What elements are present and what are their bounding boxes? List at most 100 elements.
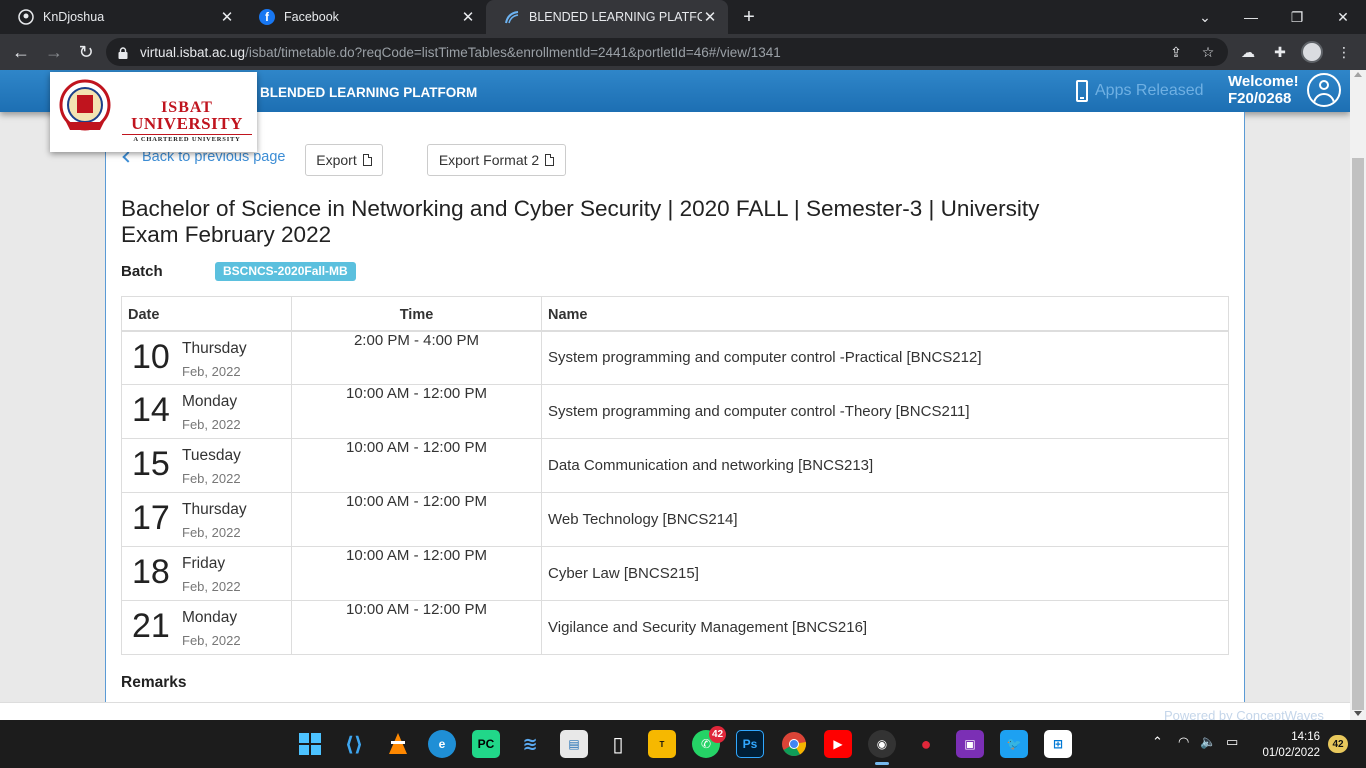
weekday: Monday xyxy=(182,393,238,410)
logo-wordmark: ISBAT UNIVERSITY A CHARTERED UNIVERSITY xyxy=(122,100,252,144)
forward-arrow-icon[interactable]: → xyxy=(42,40,66,64)
day-number: 21 xyxy=(132,607,170,645)
close-window-button[interactable]: ✕ xyxy=(1320,0,1366,34)
wave-app-icon[interactable]: ≋ xyxy=(516,730,544,758)
tab-search-icon[interactable]: ⌄ xyxy=(1182,0,1228,34)
weekday: Friday xyxy=(182,555,226,572)
bookmark-star-icon[interactable]: ☆ xyxy=(1196,38,1220,66)
batch-label: Batch xyxy=(121,263,163,280)
youtube-icon[interactable]: ▶ xyxy=(824,730,852,758)
pycharm-icon[interactable]: PC xyxy=(472,730,500,758)
table-row: 14 Monday Feb, 2022 10:00 AM - 12:00 PM … xyxy=(121,384,1229,439)
edge-icon[interactable]: e xyxy=(428,730,456,758)
day-number: 15 xyxy=(132,445,170,483)
month-year: Feb, 2022 xyxy=(182,363,241,379)
exam-title: Bachelor of Science in Networking and Cy… xyxy=(121,196,1040,247)
menu-dots-icon[interactable]: ⋮ xyxy=(1332,40,1356,64)
close-tab-icon[interactable]: ✕ xyxy=(702,8,718,26)
welcome-block[interactable]: Welcome! F20/0268 xyxy=(1228,73,1299,107)
user-avatar-icon[interactable] xyxy=(1307,73,1341,107)
export-format-2-button[interactable]: Export Format 2 xyxy=(427,144,566,176)
month-year: Feb, 2022 xyxy=(182,471,241,486)
day-number: 17 xyxy=(132,499,170,537)
wave-logo-icon xyxy=(504,9,520,25)
reload-icon[interactable]: ↻ xyxy=(74,40,98,64)
microsoft-store-icon[interactable]: ⊞ xyxy=(1044,730,1072,758)
export2-label: Export Format 2 xyxy=(438,152,540,168)
tray-chevron-up-icon[interactable]: ⌃ xyxy=(1152,734,1163,750)
day-number: 14 xyxy=(132,391,170,429)
lock-icon xyxy=(118,46,128,59)
chrome-icon[interactable] xyxy=(780,730,808,758)
system-clock[interactable]: 14:16 01/02/2022 xyxy=(1254,729,1320,761)
weekday: Thursday xyxy=(182,339,247,357)
scroll-up-icon[interactable] xyxy=(1354,72,1362,77)
day-number: 18 xyxy=(132,553,170,591)
powered-by-text[interactable]: Powered by ConceptWaves xyxy=(1164,708,1324,720)
name-cell: Web Technology [BNCS214] xyxy=(541,492,1229,547)
github-icon xyxy=(18,9,34,25)
windows-taskbar: ⟨⟩ e PC ≋ ▤ ▯ T ✆ 42 Ps ▶ ◉ ● ▣ 🐦 ⊞ ⌃ ◠ 🔈… xyxy=(0,720,1366,768)
weekday: Thursday xyxy=(182,501,247,518)
twitter-icon[interactable]: 🐦 xyxy=(1000,730,1028,758)
windows-start-icon[interactable] xyxy=(296,730,324,758)
address-bar[interactable]: virtual.isbat.ac.ug/isbat/timetable.do?r… xyxy=(106,38,1228,66)
logo-line2: UNIVERSITY xyxy=(131,114,243,133)
screen-recorder-icon[interactable]: ● xyxy=(912,730,940,758)
name-cell: System programming and computer control … xyxy=(541,384,1229,439)
url-text: virtual.isbat.ac.ug/isbat/timetable.do?r… xyxy=(140,45,781,60)
time-cell: 10:00 AM - 12:00 PM xyxy=(291,546,542,601)
date-cell: 17 Thursday Feb, 2022 xyxy=(121,492,292,547)
photoshop-icon[interactable]: Ps xyxy=(736,730,764,758)
apps-released-link[interactable]: Apps Released xyxy=(1076,80,1204,102)
weekday: Tuesday xyxy=(182,447,241,464)
table-row: 15 Tuesday Feb, 2022 10:00 AM - 12:00 PM… xyxy=(121,438,1229,493)
vlc-icon[interactable] xyxy=(384,730,412,758)
time-cell: 10:00 AM - 12:00 PM xyxy=(291,492,542,547)
chrome-profile-icon[interactable]: ◉ xyxy=(868,730,896,758)
minimize-button[interactable]: — xyxy=(1228,0,1274,34)
teams-icon[interactable]: ▣ xyxy=(956,730,984,758)
month-year: Feb, 2022 xyxy=(182,579,241,594)
welcome-text: Welcome! xyxy=(1228,73,1299,90)
file-explorer-icon[interactable]: ▤ xyxy=(560,730,588,758)
date-cell: 21 Monday Feb, 2022 xyxy=(121,600,292,655)
month-year: Feb, 2022 xyxy=(182,525,241,540)
profile-avatar[interactable] xyxy=(1300,40,1324,64)
time-header: Time xyxy=(291,296,542,332)
month-year: Feb, 2022 xyxy=(182,633,241,648)
wifi-icon[interactable]: ◠ xyxy=(1178,734,1189,750)
apps-released-label: Apps Released xyxy=(1095,82,1204,99)
extension-icon[interactable]: ☁ xyxy=(1236,40,1260,64)
page-scrollbar[interactable] xyxy=(1350,70,1366,720)
vscode-icon[interactable]: ⟨⟩ xyxy=(340,730,368,758)
tab-title: Facebook xyxy=(284,10,339,24)
table-row: 18 Friday Feb, 2022 10:00 AM - 12:00 PM … xyxy=(121,546,1229,601)
restore-button[interactable]: ❐ xyxy=(1274,0,1320,34)
battery-icon[interactable]: ▭ xyxy=(1226,734,1238,750)
pdf-icon xyxy=(362,154,372,166)
tab-kndjoshua[interactable]: KnDjoshua ✕ xyxy=(0,0,245,34)
typing-practice-icon[interactable]: T xyxy=(648,730,676,758)
notification-badge[interactable]: 42 xyxy=(1328,735,1348,753)
isbat-logo[interactable]: ISBAT UNIVERSITY A CHARTERED UNIVERSITY xyxy=(50,72,257,152)
scroll-down-icon[interactable] xyxy=(1354,711,1362,716)
close-tab-icon[interactable]: ✕ xyxy=(460,8,476,26)
date-cell: 18 Friday Feb, 2022 xyxy=(121,546,292,601)
whatsapp-icon[interactable]: ✆ 42 xyxy=(692,726,726,758)
close-tab-icon[interactable]: ✕ xyxy=(219,8,235,26)
url-host: virtual.isbat.ac.ug xyxy=(140,44,246,60)
new-tab-button[interactable]: + xyxy=(738,6,760,28)
puzzle-icon[interactable]: ✚ xyxy=(1268,40,1292,64)
back-arrow-icon[interactable]: ← xyxy=(9,40,33,64)
export-button[interactable]: Export xyxy=(305,144,383,176)
tab-facebook[interactable]: f Facebook ✕ xyxy=(241,0,486,34)
whatsapp-badge: 42 xyxy=(709,726,726,743)
volume-icon[interactable]: 🔈 xyxy=(1200,734,1216,750)
logo-line3: A CHARTERED UNIVERSITY xyxy=(122,134,252,144)
share-icon[interactable]: ⇪ xyxy=(1164,38,1188,66)
name-header: Name xyxy=(541,296,1229,332)
scroll-thumb[interactable] xyxy=(1352,158,1364,710)
tab-blended-learning[interactable]: BLENDED LEARNING PLATFORM ✕ xyxy=(486,0,728,34)
phone-link-icon[interactable]: ▯ xyxy=(604,730,632,758)
